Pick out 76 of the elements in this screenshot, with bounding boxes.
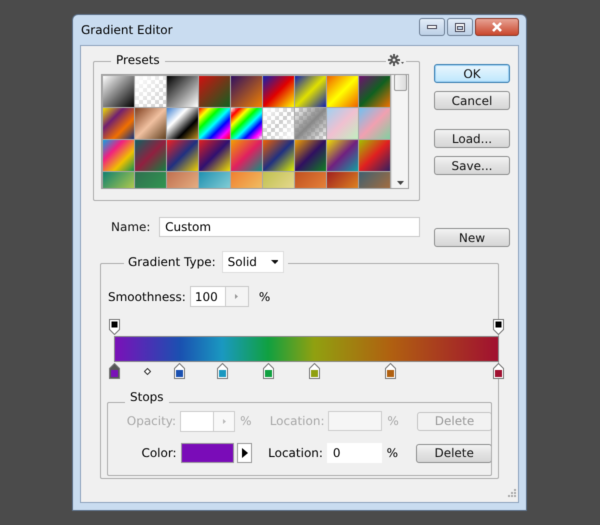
preset-swatch[interactable] xyxy=(103,140,134,171)
location-field[interactable] xyxy=(328,411,382,431)
location-label: Location: xyxy=(268,446,324,460)
percent-label: % xyxy=(386,446,399,460)
percent-label: % xyxy=(240,414,252,428)
smoothness-label: Smoothness: xyxy=(108,290,186,304)
color-stop[interactable] xyxy=(262,363,274,382)
save-button[interactable]: Save... xyxy=(434,156,510,175)
color-stop[interactable] xyxy=(174,363,186,382)
color-stop[interactable] xyxy=(216,363,228,382)
preset-swatch[interactable] xyxy=(295,140,326,171)
preset-swatch[interactable] xyxy=(263,140,294,171)
scroll-down-icon[interactable] xyxy=(396,181,404,185)
minimize-icon xyxy=(427,24,437,30)
preset-swatch[interactable] xyxy=(231,76,262,107)
preset-swatch[interactable] xyxy=(359,108,390,139)
preset-swatch[interactable] xyxy=(231,140,262,171)
percent-label: % xyxy=(387,414,400,428)
smoothness-field[interactable]: 100 xyxy=(190,286,249,307)
delete-button[interactable]: Delete xyxy=(416,444,492,462)
preset-swatch[interactable] xyxy=(167,76,198,107)
preset-swatch[interactable] xyxy=(295,108,326,139)
scrollbar[interactable] xyxy=(391,75,408,188)
ok-button[interactable]: OK xyxy=(434,64,510,83)
gradient-type-dropdown[interactable]: Solid xyxy=(222,251,284,273)
caret-icon xyxy=(270,260,278,264)
name-label: Name: xyxy=(111,220,152,234)
preset-swatch[interactable] xyxy=(327,140,358,171)
restore-icon xyxy=(455,22,465,32)
preset-swatch[interactable] xyxy=(135,140,166,171)
window-title: Gradient Editor xyxy=(80,23,174,37)
minimize-button[interactable] xyxy=(419,18,445,36)
preset-swatch[interactable] xyxy=(135,108,166,139)
preset-swatch[interactable] xyxy=(199,108,230,139)
preset-swatch[interactable] xyxy=(359,76,390,107)
cancel-button[interactable]: Cancel xyxy=(434,91,510,110)
preset-swatch[interactable] xyxy=(199,76,230,107)
location-field[interactable]: 0 xyxy=(326,443,382,463)
color-swatch[interactable] xyxy=(180,443,234,463)
preset-swatch[interactable] xyxy=(327,108,358,139)
percent-label: % xyxy=(258,290,270,304)
scroll-thumb[interactable] xyxy=(394,75,406,91)
opacity-stop[interactable] xyxy=(493,319,504,338)
opacity-stop[interactable] xyxy=(109,319,120,338)
name-field[interactable]: Custom xyxy=(159,217,420,237)
load-button[interactable]: Load... xyxy=(434,129,510,148)
preset-swatch[interactable] xyxy=(135,76,166,107)
gradient-type-label: Gradient Type: xyxy=(128,255,216,269)
opacity-label: Opacity: xyxy=(126,414,178,428)
stops-label: Stops xyxy=(125,390,169,404)
color-stop[interactable] xyxy=(109,363,120,382)
preset-swatch[interactable] xyxy=(263,108,294,139)
play-icon[interactable] xyxy=(242,448,248,458)
color-stop[interactable] xyxy=(308,363,320,382)
location-label: Location: xyxy=(270,414,326,428)
preset-swatch[interactable] xyxy=(199,140,230,171)
preset-swatch[interactable] xyxy=(359,140,390,171)
arrow-icon[interactable] xyxy=(235,294,238,299)
close-button[interactable] xyxy=(475,18,519,36)
preset-swatch[interactable] xyxy=(327,76,358,107)
preset-swatch[interactable] xyxy=(167,108,198,139)
preset-swatch[interactable] xyxy=(231,108,262,139)
preset-swatch[interactable] xyxy=(295,76,326,107)
preset-swatch[interactable] xyxy=(263,76,294,107)
resize-grip-icon[interactable] xyxy=(508,486,516,500)
preset-swatch[interactable] xyxy=(103,108,134,139)
color-label: Color: xyxy=(140,446,178,460)
preset-swatch[interactable] xyxy=(103,76,134,107)
color-stop[interactable] xyxy=(493,363,504,382)
presets-label: Presets xyxy=(111,53,165,67)
opacity-field[interactable] xyxy=(180,410,236,432)
preset-swatch[interactable] xyxy=(167,140,198,171)
color-stop[interactable] xyxy=(385,363,396,382)
new-button[interactable]: New xyxy=(434,228,510,247)
close-icon xyxy=(491,22,503,32)
maximize-button[interactable] xyxy=(447,18,473,36)
